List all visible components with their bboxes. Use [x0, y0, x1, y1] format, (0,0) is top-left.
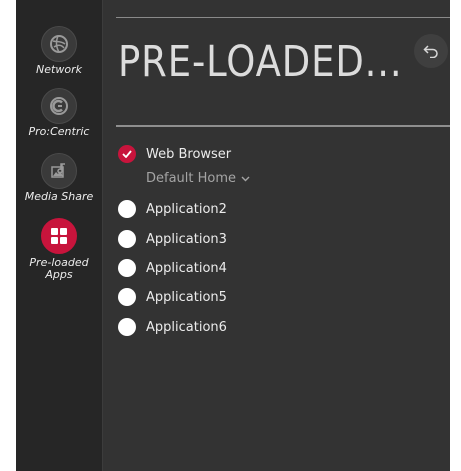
app-option-application2[interactable]: Application2 — [118, 199, 227, 219]
sidebar-divider — [102, 0, 103, 471]
radio-unchecked[interactable] — [118, 318, 136, 336]
app-option-label: Application2 — [146, 201, 227, 217]
chevron-down-icon — [241, 176, 250, 181]
back-button[interactable] — [414, 34, 448, 68]
app-option-label: Application6 — [146, 319, 227, 335]
app-option-label: Application5 — [146, 289, 227, 305]
app-option-web-browser[interactable]: Web Browser — [118, 144, 231, 164]
back-arrow-icon — [423, 45, 438, 58]
header-divider-bottom — [116, 125, 450, 127]
check-icon — [122, 150, 132, 158]
app-option-application6[interactable]: Application6 — [118, 317, 227, 337]
media-share-icon — [41, 153, 77, 189]
default-home-label: Default Home — [146, 171, 237, 186]
radio-checked[interactable] — [118, 145, 136, 163]
sidebar-item-network[interactable]: Network — [16, 26, 102, 76]
globe-icon — [41, 26, 77, 62]
sidebar-item-label: Network — [36, 63, 82, 76]
sidebar-item-label: Pro:Centric — [28, 125, 90, 138]
sidebar-item-media-share[interactable]: Media Share — [16, 153, 102, 203]
radio-unchecked[interactable] — [118, 288, 136, 306]
app-option-label: Application3 — [146, 231, 227, 247]
radio-unchecked[interactable] — [118, 259, 136, 277]
radio-unchecked[interactable] — [118, 200, 136, 218]
page-title: PRE-LOADED... — [118, 37, 403, 87]
app-option-application4[interactable]: Application4 — [118, 258, 227, 278]
apps-grid-icon — [41, 218, 77, 254]
default-home-select[interactable]: Default Home — [146, 171, 250, 186]
app-option-label: Web Browser — [146, 146, 232, 162]
sidebar-item-pre-loaded-apps[interactable]: Pre-loaded Apps — [16, 218, 102, 281]
sidebar-item-procentric[interactable]: Pro:Centric — [16, 88, 102, 138]
procentric-icon — [41, 88, 77, 124]
sidebar-item-label: Pre-loaded Apps — [29, 256, 89, 281]
app-option-label: Application4 — [146, 260, 227, 276]
app-option-application5[interactable]: Application5 — [118, 287, 227, 307]
app-option-application3[interactable]: Application3 — [118, 229, 227, 249]
sidebar-item-label: Media Share — [24, 190, 94, 203]
header-divider-top — [116, 17, 450, 18]
radio-unchecked[interactable] — [118, 230, 136, 248]
